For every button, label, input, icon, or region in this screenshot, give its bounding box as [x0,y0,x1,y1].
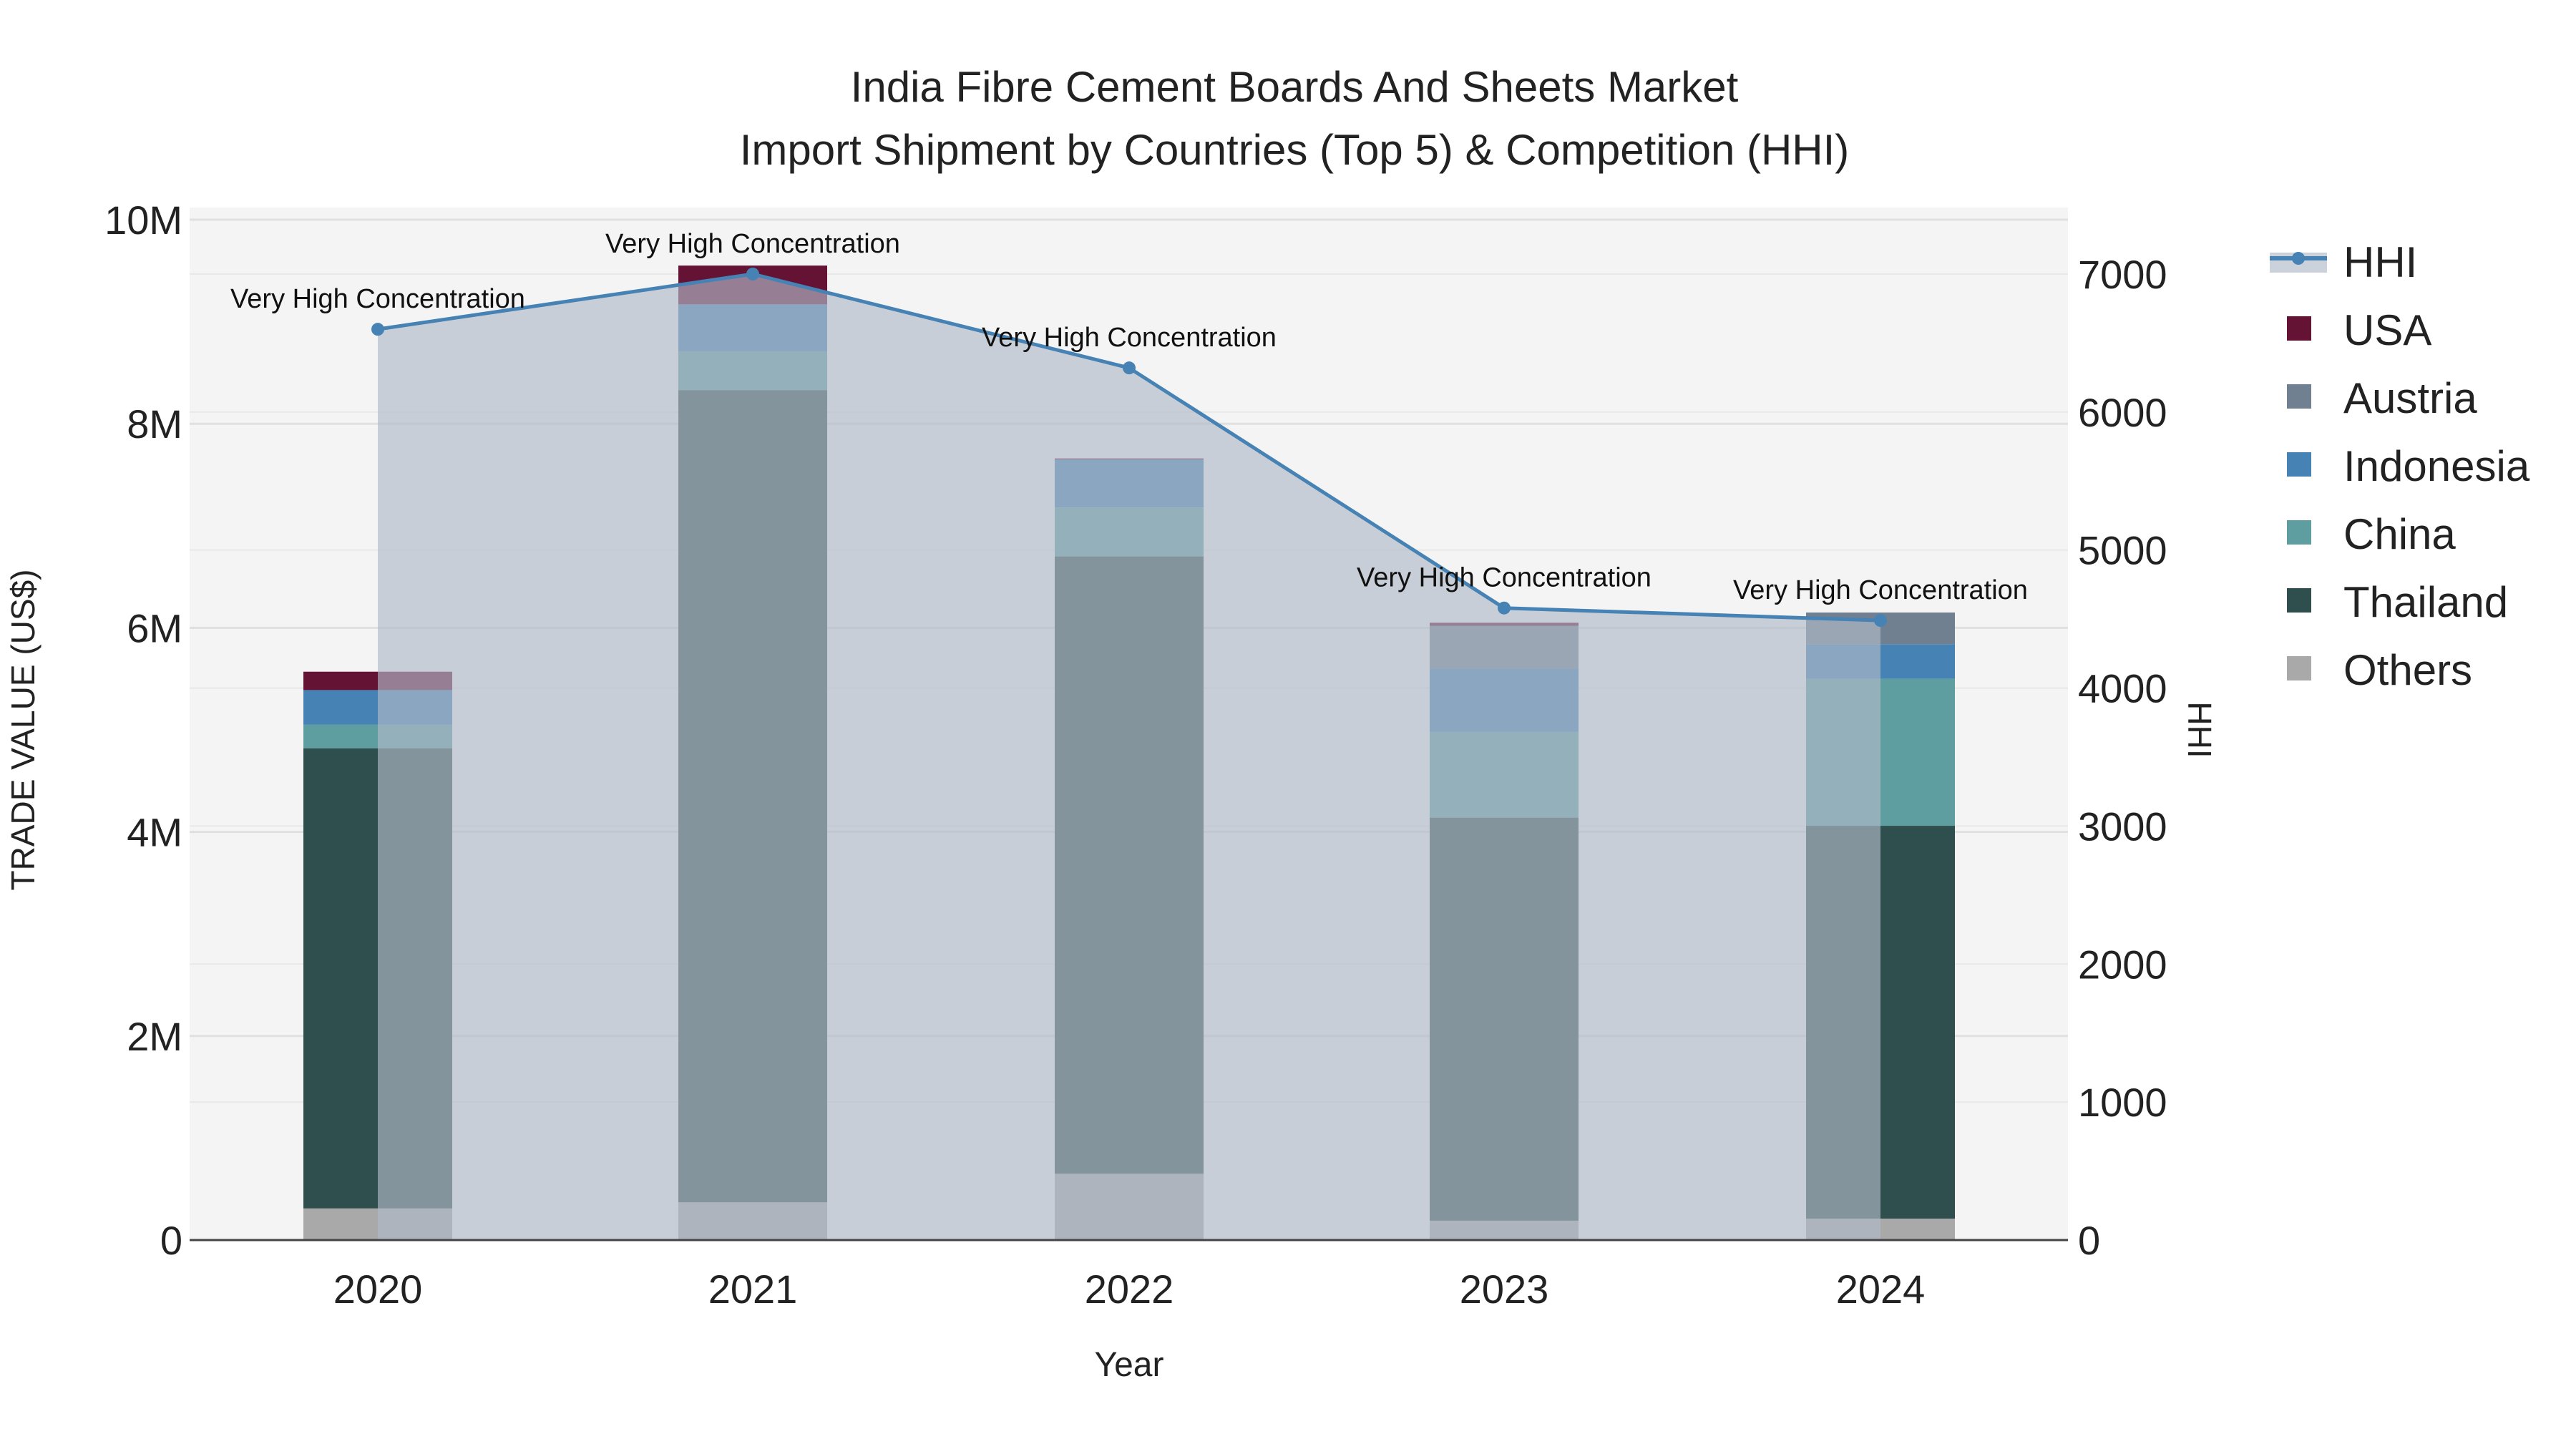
legend-label: USA [2343,306,2431,354]
legend-swatch [2287,588,2311,613]
hhi-point-2022[interactable] [1123,361,1136,375]
legend-label: HHI [2343,238,2417,286]
y-tick-label: 10M [104,197,182,243]
legend-swatch [2287,452,2311,477]
chart-subtitle: Import Shipment by Countries (Top 5) & C… [740,126,1850,174]
x-tick-label: 2022 [1085,1267,1174,1312]
hhi-point-2023[interactable] [1498,601,1511,615]
legend-item-austria[interactable]: Austria [2287,374,2477,422]
y-tick-label: 6M [127,605,182,650]
legend-marker [2292,252,2305,265]
hhi-point-2020[interactable] [371,323,384,336]
y2-tick-label: 3000 [2078,804,2167,849]
hhi-annotation: Very High Concentration [1733,575,2028,605]
legend-swatch [2287,316,2311,341]
y2-tick-label: 6000 [2078,390,2167,435]
legend-label: Thailand [2343,578,2508,626]
hhi-annotation: Very High Concentration [1357,563,1652,593]
y-tick-label: 2M [127,1014,182,1059]
y-tick-label: 0 [160,1218,182,1263]
y-axis-label: TRADE VALUE (US$) [4,569,42,890]
x-tick-label: 2023 [1460,1267,1549,1312]
y2-tick-label: 5000 [2078,528,2167,573]
x-tick-label: 2024 [1836,1267,1926,1312]
x-axis-label: Year [1095,1346,1164,1384]
hhi-annotation: Very High Concentration [982,323,1277,353]
legend-item-china[interactable]: China [2287,510,2456,558]
chart-title: India Fibre Cement Boards And Sheets Mar… [851,63,1739,111]
x-tick-label: 2021 [708,1267,798,1312]
x-tick-label: 2020 [333,1267,423,1312]
legend-item-others[interactable]: Others [2287,646,2472,694]
legend-label: Indonesia [2343,442,2530,490]
legend-label: China [2343,510,2456,558]
y2-tick-label: 0 [2078,1218,2100,1263]
hhi-point-2024[interactable] [1874,614,1887,628]
hhi-annotation: Very High Concentration [230,284,525,314]
legend-label: Others [2343,646,2472,694]
chart: 0 2M 4M 6M 8M 10M 0 1000 2000 3000 4000 5000 6000 700… [4,63,2530,1384]
legend-swatch [2287,656,2311,680]
y2-tick-label: 4000 [2078,666,2167,711]
y2-tick-label: 2000 [2078,942,2167,987]
legend-item-thailand[interactable]: Thailand [2287,578,2508,626]
y2-tick-label: 7000 [2078,252,2167,297]
legend-label: Austria [2343,374,2477,422]
legend-swatch [2287,520,2311,545]
y2-tick-label: 1000 [2078,1080,2167,1125]
hhi-annotation: Very High Concentration [605,229,900,259]
legend-item-indonesia[interactable]: Indonesia [2287,442,2530,490]
y2-axis-label: HHI [2181,701,2218,758]
legend-item-hhi[interactable]: HHI [2270,238,2417,286]
y-tick-label: 8M [127,401,182,447]
hhi-point-2021[interactable] [746,268,759,280]
legend-item-usa[interactable]: USA [2287,306,2431,354]
y-tick-label: 4M [127,810,182,855]
legend-swatch [2287,384,2311,409]
